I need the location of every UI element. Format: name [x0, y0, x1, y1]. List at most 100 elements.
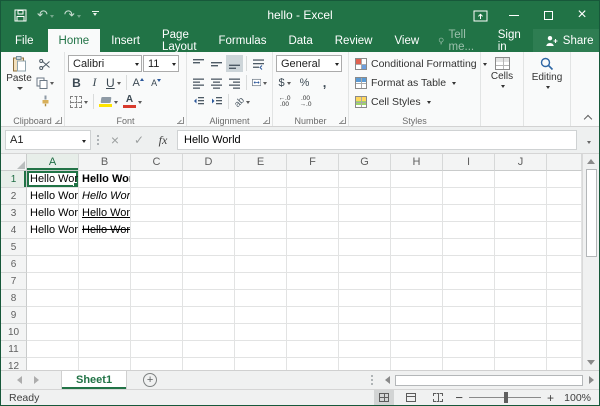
undo-dropdown-icon[interactable]: [50, 15, 54, 20]
minimize-button[interactable]: [497, 1, 531, 29]
cell-H8[interactable]: [391, 290, 443, 307]
cell-G8[interactable]: [339, 290, 391, 307]
cancel-button[interactable]: ×: [105, 130, 125, 150]
cell-I7[interactable]: [443, 273, 495, 290]
copy-dropdown-icon[interactable]: [50, 82, 54, 87]
row-header-10[interactable]: 10: [1, 324, 27, 341]
font-color-button[interactable]: A: [121, 93, 144, 110]
cell-D6[interactable]: [183, 256, 235, 273]
select-all-corner[interactable]: [1, 154, 27, 171]
normal-view-button[interactable]: [374, 390, 394, 405]
column-header-G[interactable]: G: [339, 154, 391, 171]
cell-G4[interactable]: [339, 222, 391, 239]
cell-C11[interactable]: [131, 341, 183, 358]
cell-I8[interactable]: [443, 290, 495, 307]
enter-button[interactable]: ✓: [129, 130, 149, 150]
cell-E1[interactable]: [235, 171, 287, 188]
cell-stub-7[interactable]: [547, 273, 582, 290]
row-header-5[interactable]: 5: [1, 239, 27, 256]
alignment-dialog-launcher-icon[interactable]: [263, 117, 270, 124]
cell-B7[interactable]: [79, 273, 131, 290]
underline-dropdown-icon[interactable]: [117, 82, 121, 87]
scroll-down-button[interactable]: [583, 355, 599, 370]
expand-formula-bar-button[interactable]: [581, 131, 595, 149]
cell-A6[interactable]: [27, 256, 79, 273]
borders-dropdown-icon[interactable]: [84, 101, 88, 106]
cell-D2[interactable]: [183, 188, 235, 205]
vertical-scrollbar[interactable]: [582, 154, 599, 370]
cell-J1[interactable]: [495, 171, 547, 188]
row-header-3[interactable]: 3: [1, 205, 27, 222]
cell-D4[interactable]: [183, 222, 235, 239]
cell-J12[interactable]: [495, 358, 547, 370]
zoom-slider-thumb[interactable]: [504, 392, 508, 403]
cell-D11[interactable]: [183, 341, 235, 358]
column-header-E[interactable]: E: [235, 154, 287, 171]
increase-indent-button[interactable]: [208, 93, 225, 110]
row-header-11[interactable]: 11: [1, 341, 27, 358]
paste-button[interactable]: Paste: [4, 54, 34, 113]
percent-format-button[interactable]: %: [296, 74, 313, 91]
sign-in-button[interactable]: Sign in: [486, 29, 533, 52]
cell-stub-8[interactable]: [547, 290, 582, 307]
maximize-button[interactable]: [531, 1, 565, 29]
cell-E12[interactable]: [235, 358, 287, 370]
cell-D10[interactable]: [183, 324, 235, 341]
cell-C6[interactable]: [131, 256, 183, 273]
close-button[interactable]: ×: [565, 1, 599, 29]
cell-E2[interactable]: [235, 188, 287, 205]
cell-stub-10[interactable]: [547, 324, 582, 341]
increase-decimal-button[interactable]: ←.0.00: [276, 93, 293, 110]
column-header-I[interactable]: I: [443, 154, 495, 171]
row-header-12[interactable]: 12: [1, 358, 27, 370]
format-painter-button[interactable]: [34, 92, 56, 109]
cell-E7[interactable]: [235, 273, 287, 290]
font-dialog-launcher-icon[interactable]: [177, 117, 184, 124]
undo-button[interactable]: ↶: [34, 7, 57, 23]
column-header-F[interactable]: F: [287, 154, 339, 171]
vertical-scrollbar-thumb[interactable]: [586, 169, 597, 257]
ribbon-display-options-button[interactable]: [463, 1, 497, 29]
cell-I2[interactable]: [443, 188, 495, 205]
cell-G6[interactable]: [339, 256, 391, 273]
tab-home[interactable]: Home: [48, 29, 101, 52]
fill-color-dropdown-icon[interactable]: [114, 101, 118, 106]
previous-sheet-button[interactable]: [13, 376, 22, 384]
align-top-button[interactable]: [190, 55, 207, 72]
cell-C1[interactable]: [131, 171, 183, 188]
row-header-9[interactable]: 9: [1, 307, 27, 324]
column-header-J[interactable]: J: [495, 154, 547, 171]
fill-color-button[interactable]: [97, 93, 120, 110]
cell-D1[interactable]: [183, 171, 235, 188]
cell-F7[interactable]: [287, 273, 339, 290]
decrease-decimal-button[interactable]: .00→.0: [297, 93, 314, 110]
cell-B2[interactable]: Hello World: [79, 188, 131, 205]
cell-F8[interactable]: [287, 290, 339, 307]
grow-font-button[interactable]: A: [130, 74, 147, 91]
zoom-level[interactable]: 100%: [561, 392, 591, 404]
cell-B1[interactable]: Hello World: [79, 171, 131, 188]
cell-D5[interactable]: [183, 239, 235, 256]
cell-J8[interactable]: [495, 290, 547, 307]
cell-J7[interactable]: [495, 273, 547, 290]
cell-F9[interactable]: [287, 307, 339, 324]
scroll-right-button[interactable]: [583, 373, 599, 388]
font-size-select[interactable]: 11: [143, 55, 179, 72]
formula-bar-grip[interactable]: [95, 135, 101, 145]
column-header-D[interactable]: D: [183, 154, 235, 171]
cell-stub-9[interactable]: [547, 307, 582, 324]
redo-button[interactable]: ↷: [61, 7, 84, 23]
merge-dropdown-icon[interactable]: [263, 82, 267, 87]
cell-F2[interactable]: [287, 188, 339, 205]
collapse-ribbon-icon[interactable]: [584, 115, 592, 123]
cut-button[interactable]: [34, 56, 56, 73]
editing-button[interactable]: Editing: [527, 54, 567, 113]
align-bottom-button[interactable]: [226, 55, 243, 72]
column-header-C[interactable]: C: [131, 154, 183, 171]
scrollbar-resize-grip[interactable]: [371, 375, 373, 385]
cell-H5[interactable]: [391, 239, 443, 256]
cell-B4[interactable]: Hello World: [79, 222, 131, 239]
orientation-button[interactable]: ab: [232, 93, 252, 110]
cell-D12[interactable]: [183, 358, 235, 370]
cell-B6[interactable]: [79, 256, 131, 273]
